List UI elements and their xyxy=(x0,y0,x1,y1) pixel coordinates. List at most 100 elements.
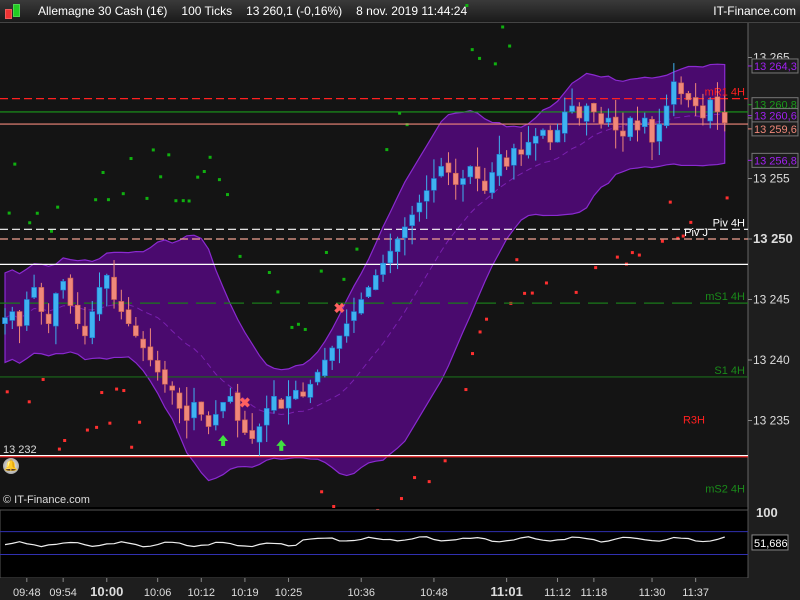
signal-dot-green xyxy=(106,198,110,202)
signal-dot-red xyxy=(689,220,693,224)
signal-dot-green xyxy=(493,62,497,66)
signal-dot-green xyxy=(238,254,242,258)
signal-dot-red xyxy=(332,504,336,508)
signal-dot-green xyxy=(303,327,307,331)
signal-dot-green xyxy=(470,48,474,52)
signal-dot-red xyxy=(478,330,482,334)
sell-mark-icon: ✖ xyxy=(334,300,346,316)
oscillator-value: 51,686 xyxy=(754,538,788,550)
price-chart[interactable]: mR1 4HPiv 4HPiv JmS1 4HS1 4HR3HmS2 4H✖✖1… xyxy=(0,0,800,600)
signal-dot-red xyxy=(471,352,475,356)
signal-dot-green xyxy=(196,175,200,179)
signal-dot-green xyxy=(267,271,271,275)
signal-dot-green xyxy=(342,277,346,281)
price-box: 13 256,8 xyxy=(748,152,799,168)
time-tick-label: 10:12 xyxy=(188,587,216,599)
signal-dot-red xyxy=(85,428,89,432)
signal-dot-green xyxy=(121,192,125,196)
signal-dot-red xyxy=(615,255,619,259)
price-tick-label: 13 255 xyxy=(753,172,790,186)
signal-dot-red xyxy=(115,387,119,391)
price-box: 13 259,6 xyxy=(748,121,799,137)
signal-dot-green xyxy=(49,229,53,233)
time-tick-label: 11:37 xyxy=(682,587,709,599)
signal-dot-green xyxy=(151,148,155,152)
candle xyxy=(365,285,372,299)
level-label: Piv J xyxy=(684,227,708,239)
signal-dot-green xyxy=(101,171,105,175)
signal-dot-green xyxy=(159,175,163,179)
signal-dot-green xyxy=(319,269,323,273)
level-label: R3H xyxy=(683,415,705,427)
signal-dot-red xyxy=(5,390,9,394)
signal-dot-green xyxy=(181,199,185,203)
time-tick-label: 10:36 xyxy=(347,587,375,599)
svg-text:13 260,6: 13 260,6 xyxy=(754,111,797,123)
signal-dot-red xyxy=(138,420,142,424)
signal-dot-green xyxy=(167,153,171,157)
level-label: mS2 4H xyxy=(705,484,745,496)
level-label: mS1 4H xyxy=(705,291,745,303)
signal-dot-green xyxy=(94,198,98,202)
signal-dot-red xyxy=(515,258,519,262)
time-tick-label: 09:54 xyxy=(49,587,77,599)
svg-text:13 264,3: 13 264,3 xyxy=(754,61,797,73)
time-tick-label: 10:48 xyxy=(420,587,448,599)
price-box: 13 260,6 xyxy=(748,108,799,124)
watermark: © IT-Finance.com xyxy=(3,494,90,506)
signal-dot-green xyxy=(13,162,17,166)
time-tick-label: 11:01 xyxy=(490,584,523,599)
signal-dot-red xyxy=(95,425,99,429)
svg-text:13 259,6: 13 259,6 xyxy=(754,124,797,136)
signal-dot-green xyxy=(324,250,328,254)
signal-dot-red xyxy=(100,391,104,395)
time-tick-label: 11:30 xyxy=(639,587,666,599)
signal-dot-red xyxy=(523,291,527,295)
price-marker-label: 13 232 xyxy=(3,444,37,456)
signal-dot-red xyxy=(530,291,534,295)
sell-mark-icon: ✖ xyxy=(239,394,251,410)
signal-dot-green xyxy=(501,25,505,29)
time-tick-label: 10:19 xyxy=(231,587,259,599)
signal-dot-red xyxy=(594,266,598,270)
signal-dot-red xyxy=(668,200,672,204)
signal-dot-green xyxy=(508,44,512,48)
candle xyxy=(278,398,285,409)
price-tick-label: 13 250 xyxy=(753,231,793,246)
signal-dot-green xyxy=(465,4,469,8)
time-tick-label: 09:48 xyxy=(13,587,41,599)
signal-dot-red xyxy=(108,421,112,425)
level-label: S1 4H xyxy=(714,365,745,377)
signal-dot-red xyxy=(427,480,431,484)
signal-dot-red xyxy=(57,447,61,451)
signal-dot-green xyxy=(129,157,133,161)
signal-dot-red xyxy=(27,400,31,404)
signal-dot-green xyxy=(174,199,178,203)
signal-dot-green xyxy=(478,56,482,60)
signal-dot-green xyxy=(355,247,359,251)
signal-dot-red xyxy=(63,439,67,443)
time-tick-label: 11:12 xyxy=(544,587,571,599)
price-tick-label: 13 240 xyxy=(753,353,790,367)
level-label: Piv 4H xyxy=(713,217,745,229)
signal-dot-red xyxy=(130,445,134,449)
signal-dot-red xyxy=(443,459,447,463)
signal-dot-red xyxy=(464,388,468,392)
signal-dot-red xyxy=(574,290,578,294)
signal-dot-green xyxy=(290,325,294,329)
time-tick-label: 10:25 xyxy=(275,587,303,599)
time-tick-label: 10:00 xyxy=(90,584,123,599)
time-tick-label: 10:06 xyxy=(144,587,172,599)
signal-dot-red xyxy=(413,476,417,480)
signal-dot-green xyxy=(202,169,206,173)
signal-dot-red xyxy=(320,490,324,494)
price-box: 13 264,3 xyxy=(748,58,799,74)
time-tick-label: 11:18 xyxy=(581,587,608,599)
alert-bell-icon[interactable]: 🔔 xyxy=(3,458,19,474)
signal-dot-green xyxy=(217,178,221,182)
signal-dot-red xyxy=(725,196,729,200)
signal-dot-green xyxy=(7,211,11,215)
price-tick-label: 13 235 xyxy=(753,414,790,428)
signal-dot-red xyxy=(660,239,664,243)
signal-dot-red xyxy=(122,389,126,393)
